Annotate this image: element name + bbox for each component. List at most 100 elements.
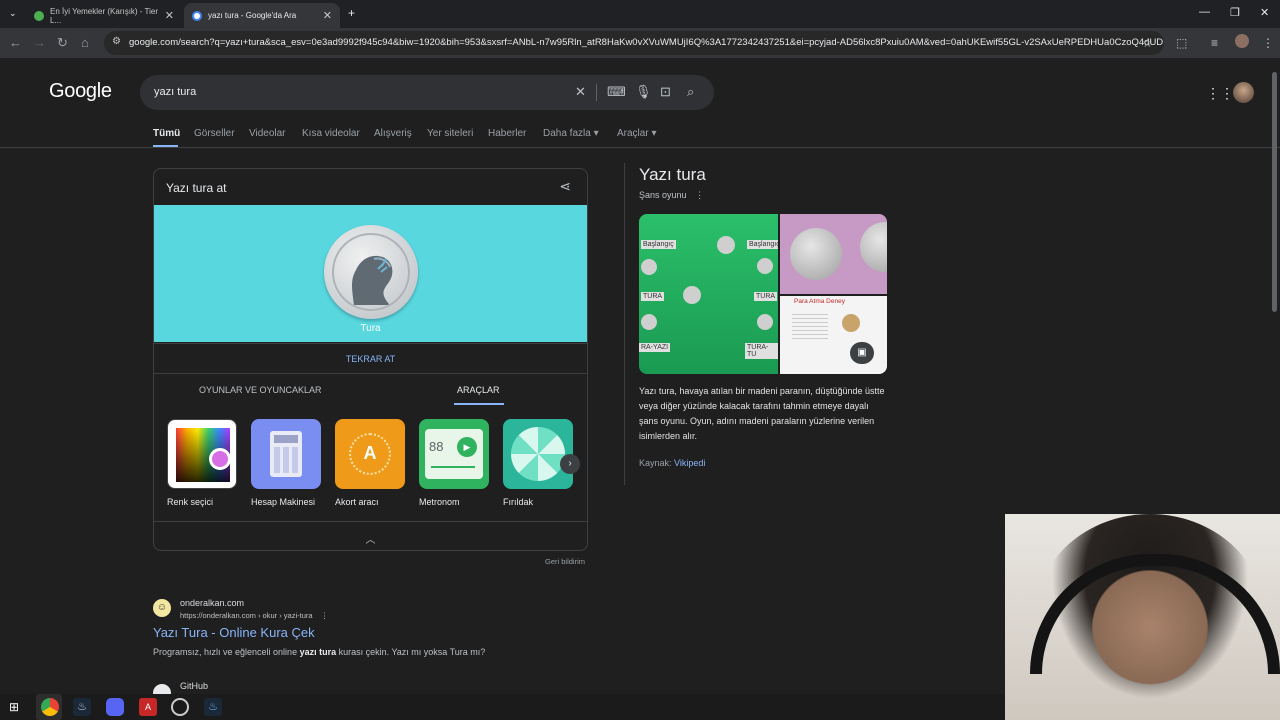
tool-label: Akort aracı bbox=[335, 497, 379, 507]
back-icon[interactable]: ← bbox=[9, 35, 22, 50]
tool-metronome[interactable]: 88 ▶ Metronom bbox=[419, 419, 491, 507]
tab-tier-list[interactable]: En İyi Yemekler (Karışık) - Tier L... ✕ bbox=[26, 3, 182, 28]
coin-icon bbox=[860, 222, 887, 272]
menu-dots-icon[interactable]: ⋮ bbox=[1262, 36, 1274, 50]
window-close-icon[interactable]: ✕ bbox=[1260, 6, 1269, 19]
new-tab-button[interactable]: + bbox=[348, 6, 355, 20]
keyboard-icon[interactable]: ⌨ bbox=[607, 84, 626, 100]
image-gallery-icon[interactable]: ▣ bbox=[850, 342, 874, 364]
media-controls-icon[interactable]: ≡ bbox=[1211, 36, 1218, 50]
minimize-icon[interactable]: — bbox=[1199, 6, 1210, 18]
flip-again-button[interactable]: TEKRAR AT bbox=[154, 354, 587, 364]
share-icon[interactable]: ⋖ bbox=[559, 178, 571, 195]
knowledge-panel-image-experiment[interactable]: Para Atma Deney ▣ bbox=[780, 296, 887, 374]
kp-subtitle-text: Şans oyunu bbox=[639, 190, 687, 200]
tab-news[interactable]: Haberler bbox=[488, 128, 526, 139]
restore-icon[interactable]: ❐ bbox=[1230, 6, 1240, 19]
result-title-link[interactable]: Yazı Tura - Online Kura Çek bbox=[153, 625, 315, 640]
tool-tuner[interactable]: A Akort aracı bbox=[335, 419, 407, 507]
metronome-panel bbox=[425, 429, 483, 479]
search-input[interactable]: yazı tura bbox=[154, 86, 196, 98]
more-options-icon[interactable]: ⋮ bbox=[695, 190, 704, 200]
coin-icon bbox=[757, 258, 773, 274]
search-icon[interactable]: ⌕ bbox=[687, 84, 694, 100]
more-options-icon[interactable]: ⋮ bbox=[321, 611, 329, 620]
knowledge-panel-divider bbox=[624, 163, 625, 485]
extensions-icon[interactable]: ⬚ bbox=[1176, 36, 1187, 50]
search-box[interactable]: yazı tura ✕ ⌨ 🎙 ⊡ ⌕ bbox=[140, 75, 714, 110]
tab-tools-section[interactable]: ARAÇLAR bbox=[457, 385, 500, 395]
knowledge-panel-source: Kaynak: Vikipedi bbox=[639, 458, 705, 468]
tab-more[interactable]: Daha fazla ▾ bbox=[543, 128, 599, 139]
close-tab-icon[interactable]: ✕ bbox=[323, 9, 332, 22]
result-site-name[interactable]: onderalkan.com bbox=[180, 598, 244, 608]
tab-all[interactable]: Tümü bbox=[153, 128, 180, 139]
feedback-link[interactable]: Geri bildirim bbox=[545, 557, 585, 566]
coin-icon bbox=[641, 259, 657, 275]
knowledge-panel-image-diagram[interactable]: Başlangıç Başlangıç TURA TURA RA-YAZI TU… bbox=[639, 214, 778, 374]
coin-stage[interactable]: Tura bbox=[154, 205, 587, 342]
tab-shopping[interactable]: Alışveriş bbox=[374, 128, 412, 139]
tool-color-picker[interactable]: Renk seçici bbox=[167, 419, 239, 507]
google-logo[interactable]: Google bbox=[49, 80, 112, 103]
tab-videos[interactable]: Videolar bbox=[249, 128, 286, 139]
tab-favicon-icon bbox=[34, 10, 44, 21]
result-site-name[interactable]: GitHub bbox=[180, 681, 208, 691]
tab-images[interactable]: Görseller bbox=[194, 128, 235, 139]
chrome-icon[interactable] bbox=[41, 698, 59, 716]
diagram-label: TURA bbox=[641, 292, 665, 301]
play-icon: ▶ bbox=[457, 437, 477, 457]
coin-image[interactable] bbox=[324, 225, 418, 319]
tab-tools[interactable]: Araçlar ▾ bbox=[617, 128, 657, 139]
steam-icon[interactable]: ♨ bbox=[204, 698, 222, 716]
tuner-icon: A bbox=[335, 419, 405, 489]
tab-title: En İyi Yemekler (Karışık) - Tier L... bbox=[50, 6, 159, 25]
home-icon[interactable]: ⌂ bbox=[81, 35, 89, 50]
result-url[interactable]: https://onderalkan.com › okur › yazi-tur… bbox=[180, 611, 328, 620]
tab-games-toys[interactable]: OYUNLAR VE OYUNCAKLAR bbox=[199, 385, 322, 395]
chevron-right-icon[interactable]: › bbox=[560, 454, 580, 474]
source-label: Kaynak: bbox=[639, 458, 672, 468]
scrollbar-thumb[interactable] bbox=[1272, 72, 1277, 312]
knowledge-panel-image-coins[interactable] bbox=[780, 214, 887, 294]
knowledge-panel-title: Yazı tura bbox=[639, 165, 706, 184]
chevron-down-icon: ▾ bbox=[651, 128, 657, 139]
experiment-table bbox=[792, 314, 828, 340]
site-info-icon[interactable]: ⚙ bbox=[112, 36, 121, 47]
snippet-part: Programsız, hızlı ve eğlenceli online bbox=[153, 647, 300, 657]
knowledge-panel-subtitle: Şans oyunu ⋮ bbox=[639, 190, 704, 201]
amd-icon[interactable]: A bbox=[139, 698, 157, 716]
account-avatar[interactable] bbox=[1233, 82, 1254, 103]
tab-search-icon[interactable]: ⌄ bbox=[9, 8, 17, 19]
diagram-label: TURA-TU bbox=[745, 343, 778, 359]
lens-camera-icon[interactable]: ⊡ bbox=[660, 84, 671, 100]
coin-side-label: Tura bbox=[360, 323, 381, 334]
chevron-up-icon[interactable]: ︿ bbox=[154, 531, 587, 546]
wikipedia-link[interactable]: Vikipedi bbox=[674, 458, 705, 468]
tool-label: Metronom bbox=[419, 497, 460, 507]
tab-google-search[interactable]: yazı tura - Google'da Ara ✕ bbox=[184, 3, 340, 28]
card-title: Yazı tura at bbox=[166, 181, 227, 195]
forward-icon[interactable]: → bbox=[33, 35, 46, 50]
color-picker-icon bbox=[167, 419, 237, 489]
close-tab-icon[interactable]: ✕ bbox=[165, 9, 174, 22]
microphone-icon[interactable]: 🎙 bbox=[635, 84, 652, 100]
discord-icon[interactable] bbox=[106, 698, 124, 716]
coin-icon bbox=[641, 314, 657, 330]
metronome-bpm: 88 bbox=[429, 439, 444, 454]
google-favicon-icon bbox=[192, 10, 202, 21]
tab-places[interactable]: Yer siteleri bbox=[427, 128, 473, 139]
clear-search-icon[interactable]: ✕ bbox=[575, 84, 586, 100]
reload-icon[interactable]: ↻ bbox=[57, 35, 68, 51]
profile-avatar-icon[interactable] bbox=[1235, 34, 1249, 48]
tab-short-videos[interactable]: Kısa videolar bbox=[302, 128, 360, 139]
address-bar[interactable]: ⚙ google.com/search?q=yazı+tura&sca_esv=… bbox=[104, 31, 1164, 55]
obs-icon[interactable] bbox=[171, 698, 189, 716]
webcam-overlay bbox=[1005, 514, 1280, 720]
tool-calculator[interactable]: Hesap Makinesi bbox=[251, 419, 323, 507]
windows-start-icon[interactable]: ⊞ bbox=[9, 700, 19, 714]
steam-icon[interactable]: ♨ bbox=[73, 698, 91, 716]
tool-label: Fırıldak bbox=[503, 497, 534, 507]
experiment-label: Para Atma Deney bbox=[794, 298, 845, 305]
bookmark-star-icon[interactable]: ☆ bbox=[1142, 36, 1153, 50]
